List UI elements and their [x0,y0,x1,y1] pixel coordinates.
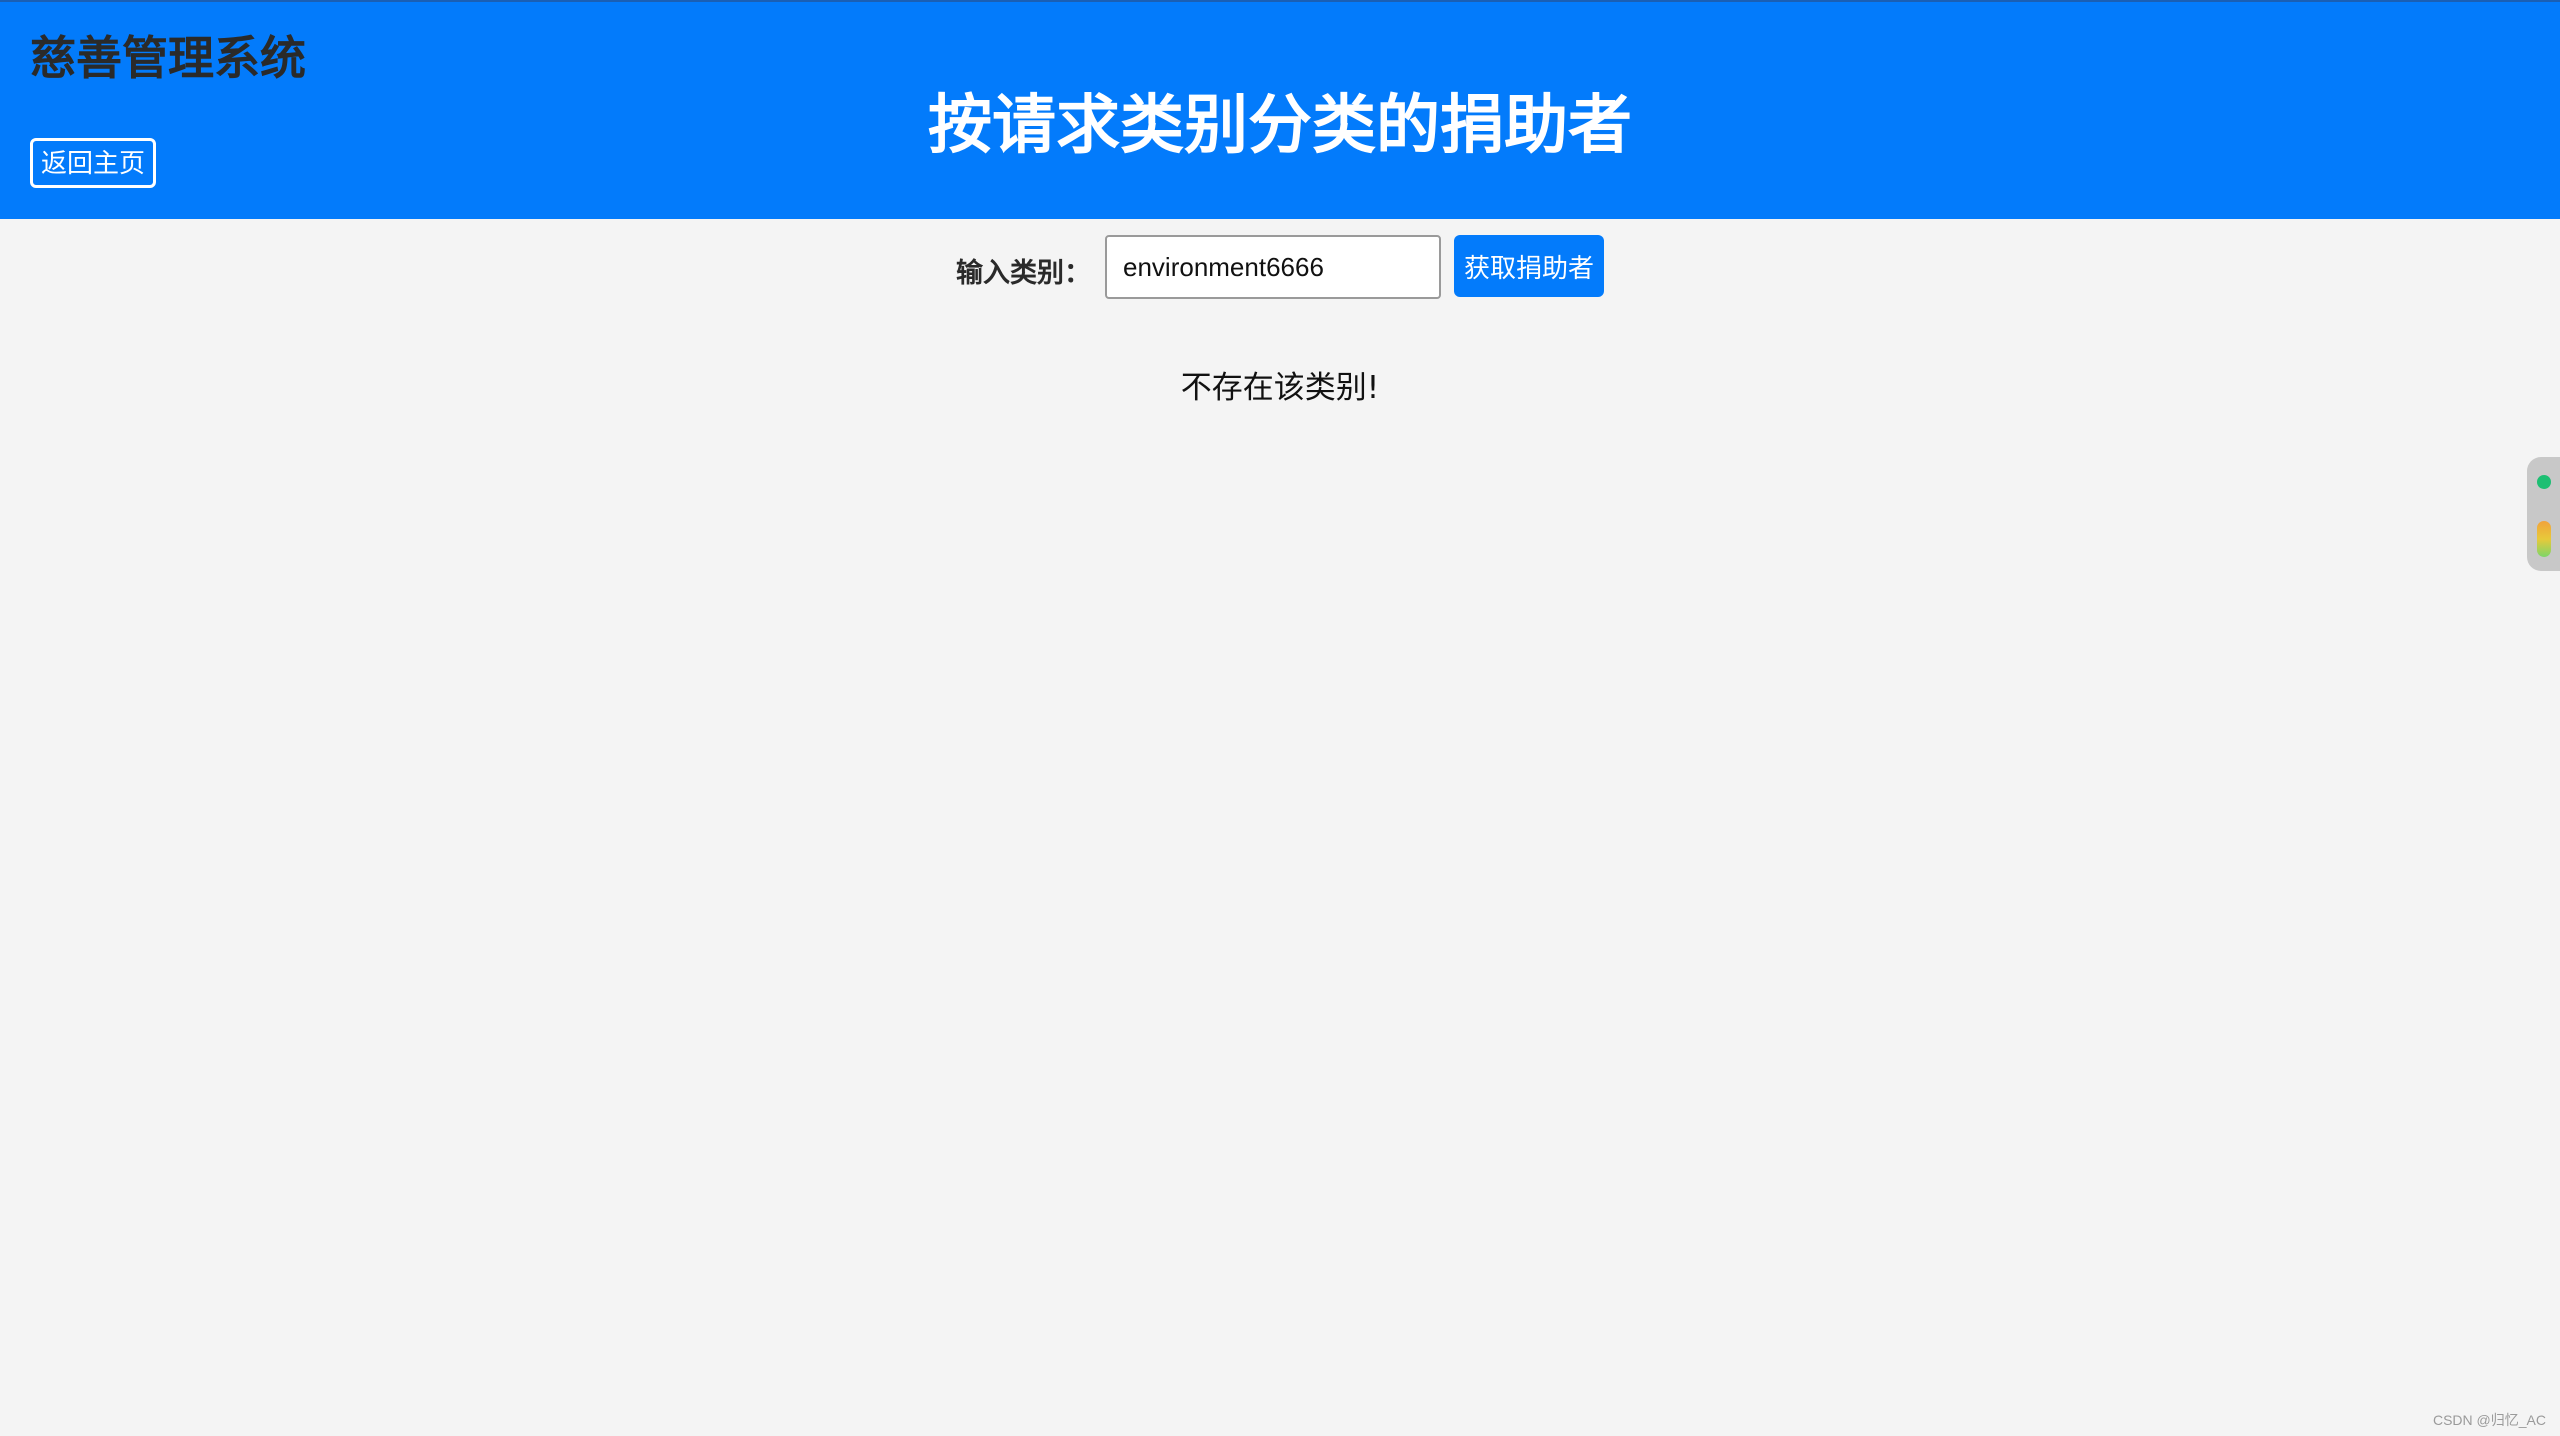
header-bar: 慈善管理系统 按请求类别分类的捐助者 返回主页 [0,0,2560,219]
category-input[interactable] [1105,235,1441,299]
level-bar-icon [2537,521,2551,557]
back-home-button[interactable]: 返回主页 [30,138,157,188]
category-search-form: 输入类别： 获取捐助者 [0,235,2560,299]
floating-side-widget[interactable] [2527,457,2560,571]
category-input-label: 输入类别： [956,258,1091,289]
status-dot-icon [2537,475,2551,489]
fetch-donors-button[interactable]: 获取捐助者 [1454,235,1604,297]
page-title: 按请求类别分类的捐助者 [928,89,1632,163]
result-message: 不存在该类别! [1180,370,1380,406]
watermark: CSDN @归忆_AC [2432,1412,2546,1428]
